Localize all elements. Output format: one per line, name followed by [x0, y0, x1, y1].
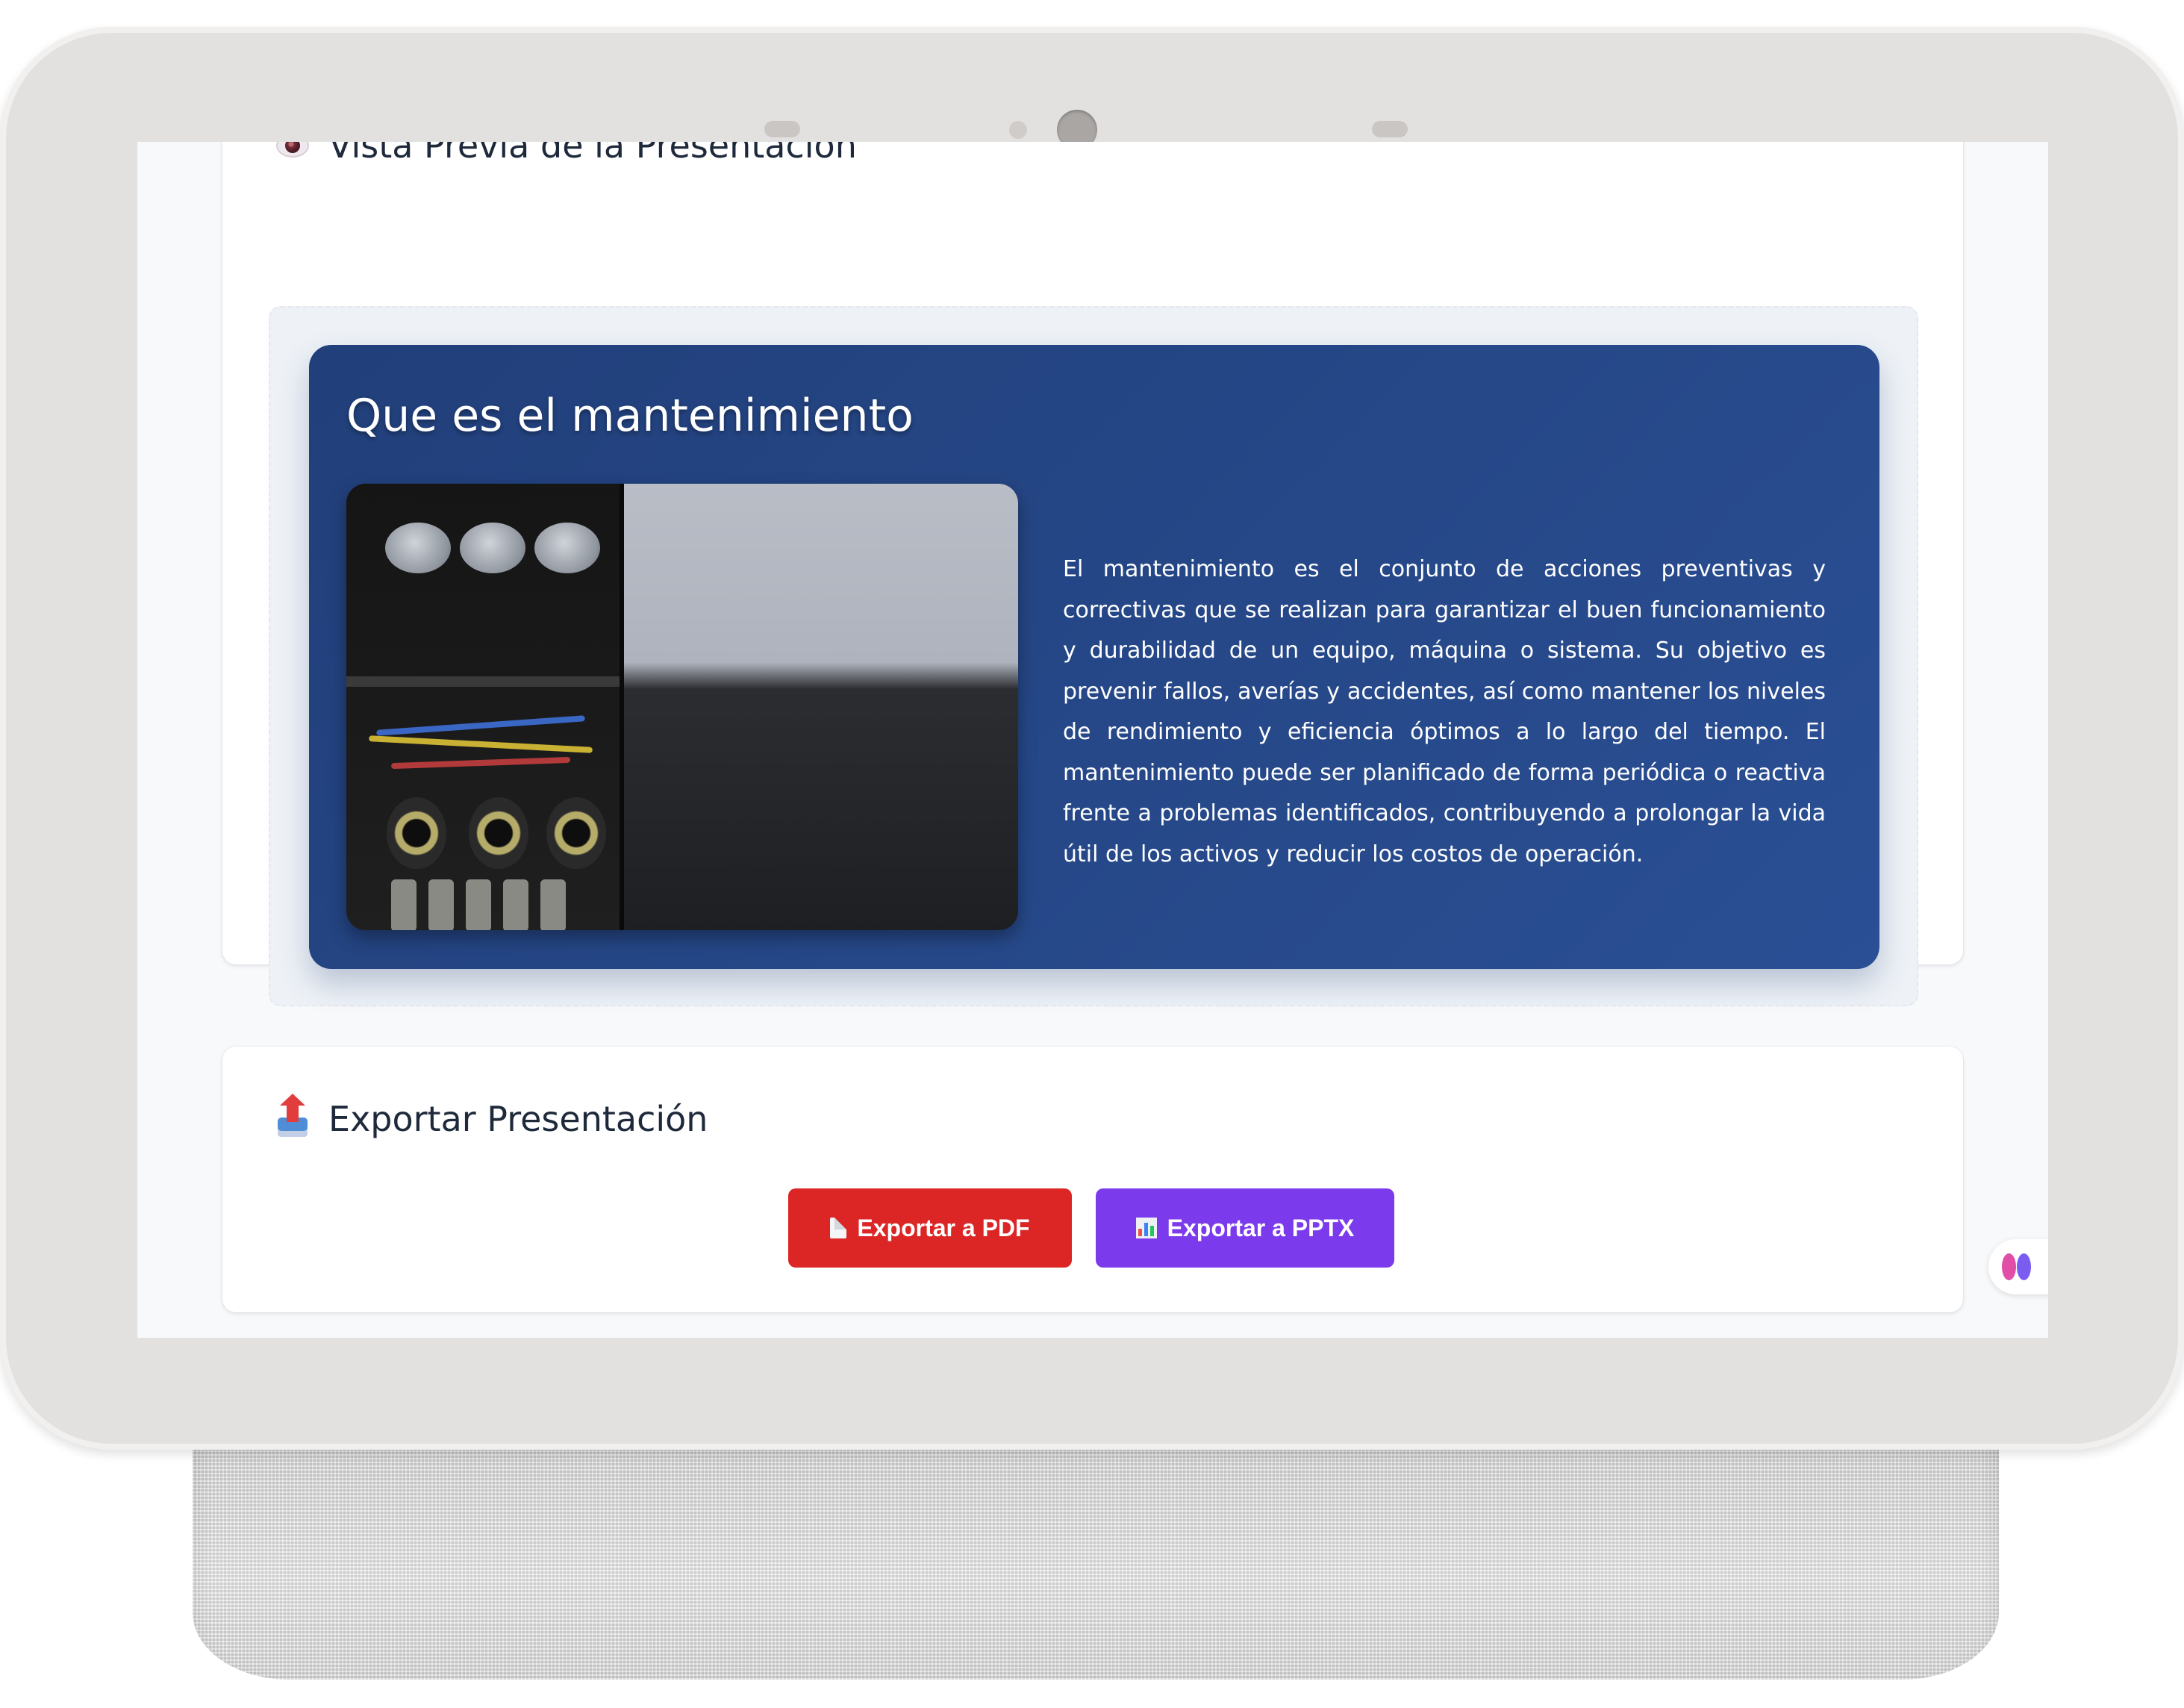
device-stand	[193, 1418, 1999, 1680]
screen: Vista Previa de la Presentación Que es e…	[137, 142, 2048, 1338]
bar-chart-icon	[1135, 1218, 1157, 1238]
export-section-header: Exportar Presentación	[276, 1094, 708, 1139]
export-pdf-label: Exportar a PDF	[857, 1214, 1030, 1241]
brain-icon	[2002, 1253, 2032, 1280]
outbox-tray-icon	[276, 1094, 309, 1137]
preview-card: Vista Previa de la Presentación Que es e…	[222, 142, 1963, 1006]
fuse-box-panel	[346, 484, 624, 930]
page-document-icon	[830, 1218, 847, 1238]
export-pptx-button[interactable]: Exportar a PPTX	[1096, 1188, 1394, 1268]
sensor-right	[1372, 121, 1408, 137]
sensor-left	[764, 121, 800, 137]
export-section-title: Exportar Presentación	[328, 1099, 708, 1139]
preview-section-title: Vista Previa de la Presentación	[328, 142, 857, 166]
wall-texture	[624, 484, 1018, 930]
preview-section-header: Vista Previa de la Presentación	[276, 142, 857, 166]
export-pptx-label: Exportar a PPTX	[1167, 1214, 1355, 1241]
light-sensor	[1009, 121, 1027, 139]
slide-image	[346, 484, 1018, 930]
assistant-floating-button[interactable]	[1988, 1239, 2048, 1294]
slide: Que es el mantenimiento El mantenimiento…	[309, 345, 1879, 969]
eye-icon	[276, 142, 309, 158]
slide-title: Que es el mantenimiento	[346, 390, 914, 442]
export-pdf-button[interactable]: Exportar a PDF	[788, 1188, 1072, 1268]
export-card: Exportar Presentación Exportar a PDF Exp…	[222, 1047, 1963, 1312]
slide-body-text: El mantenimiento es el conjunto de accio…	[1063, 556, 1826, 867]
slide-preview-area: Que es el mantenimiento El mantenimiento…	[269, 306, 1918, 1006]
